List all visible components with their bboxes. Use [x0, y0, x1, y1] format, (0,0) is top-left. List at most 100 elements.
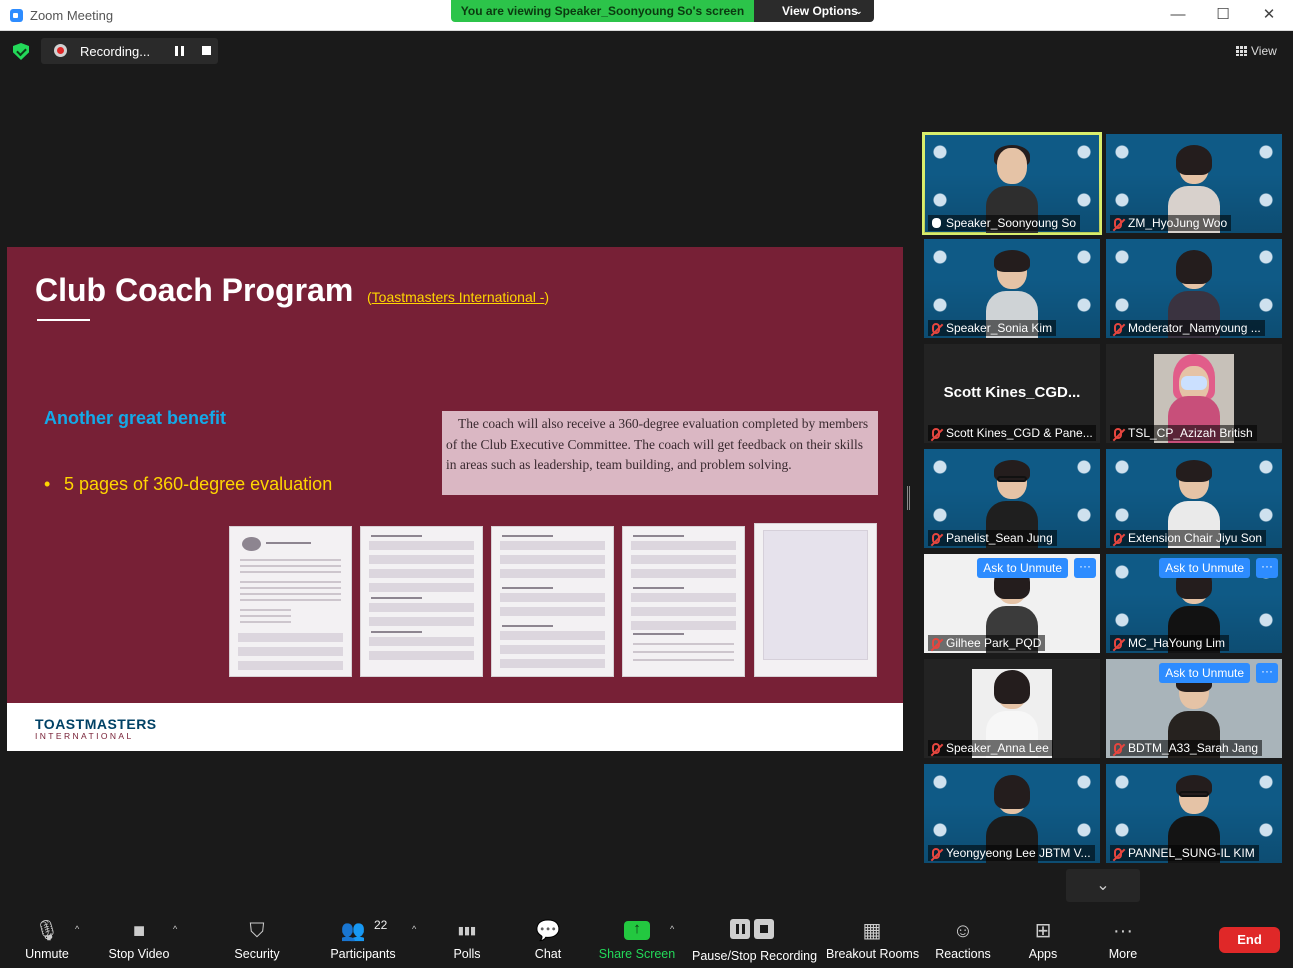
maximize-button[interactable]: ☐ [1213, 5, 1233, 25]
apps-button[interactable]: ⊞ Apps [1017, 910, 1069, 968]
chat-button[interactable]: 💬 Chat [523, 910, 573, 968]
participant-name: PANNEL_SUNG-IL KIM [1110, 845, 1259, 861]
evaluation-page-thumbnail [360, 526, 483, 677]
more-options-icon[interactable]: ··· [1074, 558, 1096, 578]
view-label: View [1251, 44, 1277, 58]
viewing-screen-banner: You are viewing Speaker_Soonyoung So's s… [451, 0, 754, 22]
close-window-button[interactable]: ✕ [1259, 5, 1279, 25]
participant-tile[interactable]: Ask to Unmute ··· Gilhee Park_PQD [924, 554, 1100, 653]
camera-icon: ■ [132, 920, 146, 942]
participant-tile[interactable]: Speaker_Sonia Kim [924, 239, 1100, 338]
slide-footer: TOASTMASTERS INTERNATIONAL [7, 703, 903, 751]
muted-mic-icon [1114, 323, 1122, 334]
stop-video-label: Stop Video [108, 947, 170, 961]
evaluation-page-thumbnail [754, 523, 877, 677]
share-options-caret[interactable]: ^ [670, 924, 674, 934]
gallery-next-page-button[interactable]: ⌄ [1066, 869, 1140, 902]
participant-tile[interactable]: TSL_CP_Azizah British [1106, 344, 1282, 443]
panel-resize-handle[interactable] [907, 486, 910, 510]
title-underline [37, 319, 90, 321]
shield-icon: ⛉ [249, 920, 265, 942]
slide-source-link[interactable]: (Toastmasters International -) [367, 289, 549, 305]
muted-mic-icon [932, 533, 940, 544]
participants-label: Participants [330, 947, 396, 961]
participant-tile[interactable]: PANNEL_SUNG-IL KIM [1106, 764, 1282, 863]
more-button[interactable]: ··· More [1097, 910, 1149, 968]
participant-tile[interactable]: Extension Chair Jiyu Son [1106, 449, 1282, 548]
participant-tile[interactable]: Scott Kines_CGD... Scott Kines_CGD & Pan… [924, 344, 1100, 443]
ask-to-unmute-button[interactable]: Ask to Unmute [1159, 663, 1250, 683]
bullet-text: 5 pages of 360-degree evaluation [64, 474, 333, 494]
participant-tile[interactable]: Panelist_Sean Jung [924, 449, 1100, 548]
polls-button[interactable]: ▮▮▮ Polls [442, 910, 492, 968]
recording-label: Recording... [80, 44, 151, 59]
view-layout-button[interactable]: View [1236, 44, 1277, 58]
unmute-label: Unmute [25, 947, 69, 961]
stop-video-button[interactable]: ■ Stop Video [105, 910, 173, 968]
participant-tile[interactable]: ZM_HyoJung Woo [1106, 134, 1282, 233]
grid-icon [1236, 46, 1247, 56]
recording-indicator: Recording... [41, 38, 218, 64]
muted-mic-icon [1114, 848, 1122, 859]
ask-to-unmute-button[interactable]: Ask to Unmute [977, 558, 1068, 578]
participant-name: Panelist_Sean Jung [928, 530, 1057, 546]
participants-options-caret[interactable]: ^ [412, 924, 416, 934]
muted-mic-icon [1114, 533, 1122, 544]
participants-button[interactable]: 👥 22 Participants [328, 910, 398, 968]
muted-mic-icon: 🎙 [34, 920, 60, 942]
benefit-heading: Another great benefit [44, 408, 227, 428]
toastmasters-logo: TOASTMASTERS [35, 716, 157, 732]
participant-tile[interactable]: Yeongyeong Lee JBTM V... [924, 764, 1100, 863]
participant-tile[interactable]: Moderator_Namyoung ... [1106, 239, 1282, 338]
evaluation-page-thumbnail [491, 526, 614, 677]
breakout-rooms-icon: ▦ [862, 920, 882, 942]
audio-options-caret[interactable]: ^ [75, 924, 79, 934]
view-options-button[interactable]: View Options ⌄ [754, 0, 874, 22]
apps-label: Apps [1028, 947, 1058, 961]
participant-tile[interactable]: Ask to Unmute ··· MC_HaYoung Lim [1106, 554, 1282, 653]
muted-mic-icon [932, 638, 940, 649]
bullet-dot: • [44, 474, 51, 494]
slide-title: Club Coach Program [35, 272, 354, 308]
participant-name: MC_HaYoung Lim [1110, 635, 1229, 651]
minimize-button[interactable]: — [1168, 5, 1188, 25]
meeting-toolbar: 🎙 Unmute ^ ■ Stop Video ^ ⛉ Security 👥 2… [0, 910, 1293, 968]
stop-recording-icon[interactable] [202, 46, 211, 55]
polls-icon: ▮▮▮ [457, 925, 477, 937]
pause-stop-recording-label: Pause/Stop Recording [692, 949, 818, 963]
people-icon: 👥 [340, 920, 366, 942]
security-button[interactable]: ⛉ Security [228, 910, 286, 968]
participant-tile[interactable]: Speaker_Anna Lee [924, 659, 1100, 758]
chevron-down-icon: ⌄ [1096, 877, 1110, 894]
participant-name: ZM_HyoJung Woo [1110, 215, 1232, 231]
shared-screen-slide: Club Coach Program (Toastmasters Interna… [7, 247, 903, 751]
description-box: The coach will also receive a 360-degree… [442, 411, 878, 495]
participant-tile[interactable]: Ask to Unmute ··· BDTM_A33_Sarah Jang [1106, 659, 1282, 758]
more-options-icon[interactable]: ··· [1256, 558, 1278, 578]
muted-mic-icon [1114, 218, 1122, 229]
participant-name: Speaker_Soonyoung So [928, 215, 1081, 231]
unmute-button[interactable]: 🎙 Unmute [18, 910, 76, 968]
encryption-shield-icon[interactable] [13, 43, 29, 60]
breakout-rooms-label: Breakout Rooms [826, 947, 920, 961]
muted-mic-icon [932, 743, 940, 754]
breakout-rooms-button[interactable]: ▦ Breakout Rooms [826, 910, 920, 968]
share-screen-button[interactable]: Share Screen [598, 910, 676, 968]
reactions-button[interactable]: ☺ Reactions [932, 910, 994, 968]
participant-tile[interactable]: Speaker_Soonyoung So [922, 132, 1102, 235]
pause-recording-icon[interactable] [175, 46, 184, 56]
toastmasters-logo-subtitle: INTERNATIONAL [35, 731, 134, 741]
reactions-icon: ☺ [952, 920, 974, 942]
muted-mic-icon [932, 323, 940, 334]
evaluation-page-thumbnail [622, 526, 745, 677]
pause-stop-recording-button[interactable]: Pause/Stop Recording [692, 910, 818, 968]
muted-mic-icon [1114, 743, 1122, 754]
muted-mic-icon [1114, 428, 1122, 439]
ask-to-unmute-button[interactable]: Ask to Unmute [1159, 558, 1250, 578]
video-options-caret[interactable]: ^ [173, 924, 177, 934]
more-options-icon[interactable]: ··· [1256, 663, 1278, 683]
muted-mic-icon [1114, 638, 1122, 649]
end-meeting-button[interactable]: End [1219, 927, 1280, 953]
view-options-label: View Options [782, 4, 858, 18]
participant-name: BDTM_A33_Sarah Jang [1110, 740, 1263, 756]
